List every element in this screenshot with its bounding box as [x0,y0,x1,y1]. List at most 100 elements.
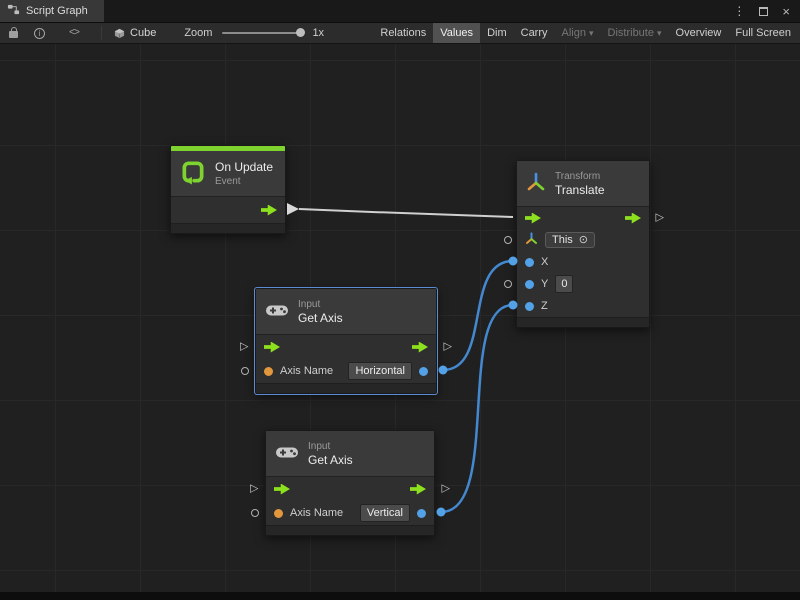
toolbar-button-values[interactable]: Values [433,23,480,43]
this-field[interactable]: This ⊙ [545,232,595,248]
value-port-x[interactable] [525,258,534,267]
axis-name-label: Axis Name [280,365,333,377]
flow-output-port[interactable] [261,205,277,216]
node-footer [517,317,649,327]
tab-label: Script Graph [26,5,88,17]
titlebar: Script Graph ⋮ × [0,0,800,22]
flow-input-port[interactable] [264,342,280,353]
external-flow-arrow-icon[interactable]: ▷ [442,484,450,495]
port-row-x: X [517,251,649,273]
external-flow-arrow-icon[interactable]: ▷ [250,484,258,495]
external-flow-arrow-icon[interactable]: ▷ [656,213,664,224]
toolbar-button-distribute[interactable]: Distribute▾ [601,23,669,43]
value-port-axis-name-outer[interactable] [241,367,249,375]
chevron-down-icon: ▾ [657,28,662,39]
wire-vertical-to-z[interactable] [441,305,513,512]
chevron-down-icon: ▾ [589,28,594,39]
flow-output-port[interactable] [412,342,428,353]
node-footer [256,383,436,393]
tab-script-graph[interactable]: Script Graph [0,0,104,22]
wire-endpoint [437,508,446,517]
axis-name-label: Axis Name [290,507,343,519]
zoom-label: Zoom [184,27,212,39]
external-flow-arrow-icon[interactable]: ▷ [444,342,452,353]
value-port-y-outer[interactable] [504,280,512,288]
node-translate[interactable]: Transform Translate ▷ [516,160,650,328]
zoom-value: 1x [312,27,324,39]
node-header: On Update Event [171,151,285,197]
port-label-y: Y [541,278,548,290]
axis-name-row: Axis Name Horizontal [256,359,436,383]
wire-flow-arrowhead [287,203,299,215]
flow-output-port[interactable] [410,484,426,495]
zoom-slider[interactable] [222,32,304,34]
value-port-axis-name[interactable] [274,509,283,518]
port-label-x: X [541,256,548,268]
on-update-icon [180,159,206,188]
window-menu-icon[interactable]: ⋮ [733,5,745,17]
target-picker-icon[interactable]: ⊙ [579,235,588,246]
toolbar-button-dim[interactable]: Dim [480,23,514,43]
y-value-field[interactable]: 0 [555,275,573,293]
flow-row: ▷ ▷ [266,477,434,501]
toolbar-button-carry[interactable]: Carry [514,23,555,43]
flow-row [171,197,285,223]
wire-horizontal-to-x[interactable] [443,261,513,370]
node-title: Get Axis [298,311,343,326]
node-footer [266,525,434,535]
transform-icon [526,172,546,195]
toolbar-buttons: Relations Values Dim Carry Align▾ Distri… [373,23,800,43]
window-controls: ⋮ × [733,0,800,22]
flow-input-port[interactable] [274,484,290,495]
graph-toolbar: i <> Cube Zoom 1x Relations Values Dim C… [0,22,800,44]
node-on-update[interactable]: On Update Event [170,145,286,234]
result-port[interactable] [417,509,426,518]
graph-canvas[interactable]: On Update Event Transfo [0,44,800,600]
node-get-axis-horizontal[interactable]: Input Get Axis ▷ ▷ Axis Name Horizontal [255,288,437,394]
result-port[interactable] [419,367,428,376]
value-port-z[interactable] [525,302,534,311]
value-port-y[interactable] [525,280,534,289]
flow-output-port[interactable] [625,213,641,224]
zoom-slider-knob[interactable] [296,28,305,37]
this-field-value: This [552,234,573,246]
object-name[interactable]: Cube [130,27,156,39]
maximize-icon[interactable] [759,7,768,16]
node-subtitle: Transform [555,170,605,183]
value-port-axis-name-outer[interactable] [251,509,259,517]
node-title: Get Axis [308,453,353,468]
node-header: Input Get Axis [266,431,434,477]
external-flow-arrow-icon[interactable]: ▷ [240,342,248,353]
port-label-z: Z [541,300,548,312]
node-subtitle: Input [308,440,353,453]
this-row: This ⊙ [517,229,649,251]
node-title: On Update [215,160,273,175]
axis-name-field[interactable]: Vertical [360,504,410,522]
toolbar-button-fullscreen[interactable]: Full Screen [728,23,798,43]
toolbar-button-overview[interactable]: Overview [669,23,729,43]
axis-name-field[interactable]: Horizontal [348,362,412,380]
axis-name-row: Axis Name Vertical [266,501,434,525]
toolbar-button-align[interactable]: Align▾ [555,23,601,43]
info-icon[interactable]: i [34,28,45,39]
unity-script-graph-window: Script Graph ⋮ × i <> Cube Zoom 1x Relat… [0,0,800,600]
port-row-z: Z [517,295,649,317]
gamepad-icon [265,303,289,321]
code-icon[interactable]: <> [69,28,79,39]
toolbar-button-relations[interactable]: Relations [373,23,433,43]
flow-input-port[interactable] [525,213,541,224]
lock-icon[interactable] [9,31,18,38]
flow-row: ▷ [517,207,649,229]
wire-flow-on-update-to-translate[interactable] [299,209,513,217]
port-row-y: Y 0 [517,273,649,295]
graph-icon [7,3,20,19]
close-icon[interactable]: × [782,5,790,18]
node-title: Translate [555,183,605,198]
node-subtitle: Event [215,175,273,188]
transform-mini-icon [525,232,538,248]
window-bottom-edge [0,592,800,600]
value-port-axis-name[interactable] [264,367,273,376]
value-port-this[interactable] [504,236,512,244]
node-header: Input Get Axis [256,289,436,335]
node-get-axis-vertical[interactable]: Input Get Axis ▷ ▷ Axis Name Vertical [265,430,435,536]
